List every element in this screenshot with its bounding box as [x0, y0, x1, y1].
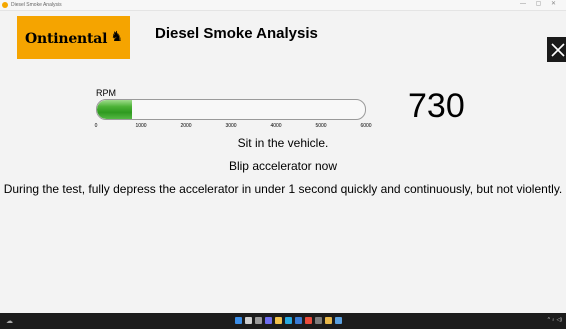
close-icon — [551, 42, 565, 57]
continental-logo: Ontinental ♞ — [17, 16, 130, 59]
rpm-tick-label: 2000 — [180, 123, 192, 129]
rpm-tick-label: 0 — [94, 123, 98, 129]
rpm-tick-label: 3000 — [225, 123, 237, 129]
system-tray[interactable]: ^ ♁ ◁) — [548, 317, 562, 323]
edge-icon[interactable] — [285, 317, 292, 324]
horse-icon: ♞ — [110, 28, 123, 44]
rpm-value: 730 — [408, 87, 465, 125]
page-title: Diesel Smoke Analysis — [155, 25, 318, 42]
chrome-icon[interactable] — [305, 317, 312, 324]
rpm-tick-label: 5000 — [315, 123, 327, 129]
logo-wordmark: Ontinental — [25, 31, 108, 47]
window-title: Diesel Smoke Analysis — [11, 2, 62, 8]
taskbar: ☁ ^ ♁ ◁) — [0, 313, 566, 329]
rpm-tick-label: 1000 — [135, 123, 147, 129]
chat-icon[interactable] — [265, 317, 272, 324]
widgets-icon[interactable]: ☁ — [6, 317, 13, 325]
store-icon[interactable] — [295, 317, 302, 324]
close-button[interactable] — [547, 37, 566, 62]
task-view-icon[interactable] — [255, 317, 262, 324]
rpm-gauge — [96, 99, 366, 120]
title-bar: Diesel Smoke Analysis — ▢ ✕ — [0, 0, 566, 11]
rpm-tick-label: 6000 — [360, 123, 372, 129]
rpm-tick-label: 4000 — [270, 123, 282, 129]
instruction-sit: Sit in the vehicle. — [237, 136, 329, 150]
search-icon[interactable] — [245, 317, 252, 324]
start-icon[interactable] — [235, 317, 242, 324]
app-window: Diesel Smoke Analysis — ▢ ✕ Ontinental ♞… — [0, 0, 566, 313]
settings-icon[interactable] — [315, 317, 322, 324]
rpm-gauge-fill — [97, 100, 132, 119]
file-explorer-icon[interactable] — [275, 317, 282, 324]
rpm-label: RPM — [96, 88, 116, 98]
window-controls[interactable]: — ▢ ✕ — [520, 0, 560, 9]
app-icon[interactable] — [335, 317, 342, 324]
rpm-gauge-scale: 0 1000 2000 3000 4000 5000 6000 — [94, 123, 372, 131]
instruction-details: During the test, fully depress the accel… — [3, 182, 563, 196]
instruction-blip: Blip accelerator now — [228, 159, 338, 173]
app-icon — [2, 2, 8, 8]
folder-icon[interactable] — [325, 317, 332, 324]
